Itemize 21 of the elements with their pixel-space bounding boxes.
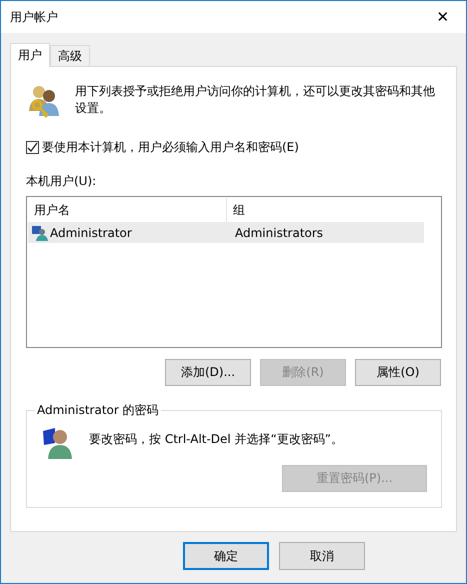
column-header[interactable]: 组 (227, 198, 424, 222)
table-cell-text: Administrators (234, 226, 324, 240)
dialog-button[interactable]: 取消 (279, 542, 365, 570)
description-text: 用下列表授予或拒绝用户访问你的计算机，还可以更改其密码和其他设置。 (75, 83, 435, 117)
table-cell-text: Administrator (49, 226, 133, 240)
group-title: Administrator 的密码 (36, 402, 160, 419)
action-button[interactable]: 属性(O) (355, 359, 441, 386)
password-hint-text: 要改密码，按 Ctrl-Alt-Del 并选择“更改密码”。 (89, 430, 344, 448)
checkbox[interactable] (26, 141, 39, 154)
window-title: 用户帐户 (10, 8, 58, 26)
tab[interactable]: 用户 (10, 43, 50, 67)
tab[interactable]: 高级 (50, 45, 90, 66)
user-monitor-icon (41, 425, 75, 459)
user-computer-icon (32, 224, 48, 240)
list-label: 本机用户(U): (26, 173, 98, 190)
action-button[interactable]: 添加(D)... (165, 359, 251, 386)
checkbox-label: 要使用本计算机，用户必须输入用户名和密码(E) (42, 139, 299, 156)
users-list[interactable]: 用户名 组 Administrator Administrators (26, 196, 442, 348)
dialog-button[interactable]: 确定 (183, 542, 269, 570)
list-row[interactable]: Administrator Administrators (28, 222, 424, 243)
close-button[interactable]: ✕ (420, 1, 466, 33)
